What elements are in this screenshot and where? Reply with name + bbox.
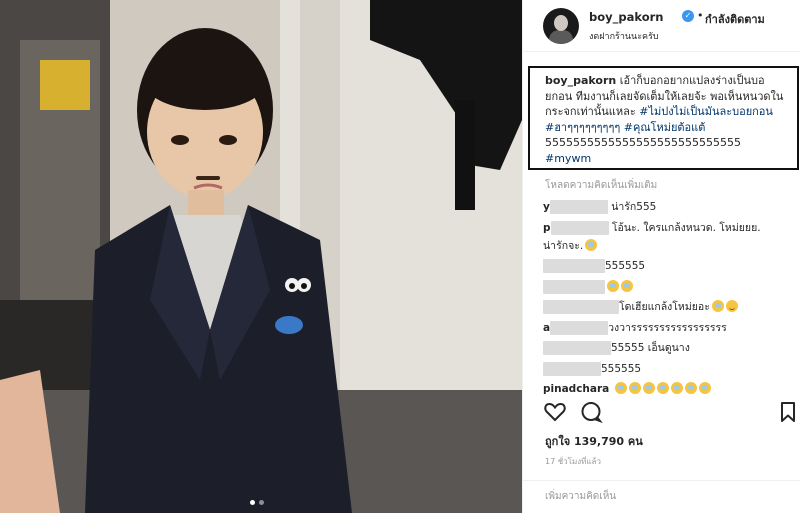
add-comment-input[interactable] xyxy=(545,481,745,511)
comment-text: น่ารักจะ. xyxy=(543,240,584,252)
emoji-icon xyxy=(684,382,697,394)
comment-text: โดเฮียแกล้งโหม่ยอะ xyxy=(619,301,710,313)
caption: boy_pakorn เอ้าก็บอกอยากแปลงร่างเป็นบอยก… xyxy=(528,66,799,170)
redacted-username xyxy=(549,200,608,214)
comment-text: โอ้นะ. ใครแกล้งหนวด. โหม่ยยย. xyxy=(611,221,761,234)
comment-item: 555555 xyxy=(543,257,799,278)
post-photo-image xyxy=(0,0,522,513)
heart-icon[interactable] xyxy=(543,400,567,424)
carousel-dot-active xyxy=(250,500,255,505)
following-button[interactable]: กำลังติดตาม xyxy=(705,10,765,28)
post-side-panel: boy_pakorn ✓ • กำลังติดตาม งดฝากร้านนะคร… xyxy=(522,0,800,513)
emoji-icon xyxy=(614,382,627,394)
emoji-icon xyxy=(670,382,683,394)
header-username[interactable]: boy_pakorn xyxy=(589,10,663,24)
comment-text: 555555 xyxy=(601,362,642,375)
redacted-username xyxy=(543,300,619,314)
bookmark-icon[interactable] xyxy=(776,400,800,424)
load-more-comments-link[interactable]: โหลดความคิดเห็นเพิ่มเติม xyxy=(545,178,657,193)
carousel-indicator xyxy=(250,500,264,505)
comment-item: 555555 xyxy=(543,360,799,381)
comment-item: y น่ารัก555 xyxy=(543,198,799,219)
redacted-username xyxy=(550,220,609,235)
post-header: boy_pakorn ✓ • กำลังติดตาม งดฝากร้านนะคร… xyxy=(523,0,800,52)
emoji-icon xyxy=(656,382,669,394)
comment-bubble-icon[interactable] xyxy=(579,400,603,424)
action-bar xyxy=(523,400,800,426)
avatar[interactable] xyxy=(543,8,579,44)
emoji-icon xyxy=(628,382,641,394)
verified-badge-icon: ✓ xyxy=(682,10,694,22)
post-timestamp[interactable]: 17 ชั่วโมงที่แล้ว xyxy=(545,455,601,468)
comment-item: 55555 เอ็นดูนาง xyxy=(543,339,799,360)
caption-username[interactable]: boy_pakorn xyxy=(545,74,616,87)
comment-text: 55555 เอ็นดูนาง xyxy=(611,342,690,354)
emoji-icon xyxy=(698,382,711,394)
avatar-figure xyxy=(549,30,573,44)
emoji-icon xyxy=(642,382,655,394)
comment-username[interactable]: a xyxy=(543,322,550,334)
avatar-face xyxy=(554,15,568,31)
header-location[interactable]: งดฝากร้านนะครับ xyxy=(589,29,659,43)
like-count[interactable]: ถูกใจ 139,790 คน xyxy=(545,432,643,450)
comment-text: วงวารรรรรรรรรรรรรรรรร xyxy=(608,321,727,334)
redacted-username xyxy=(550,320,609,335)
redacted-username xyxy=(543,361,601,376)
smile-emoji-icon xyxy=(725,300,738,312)
caption-hashtag[interactable]: #ไม่ปงไม่เป็นมันละบอยกอน xyxy=(639,105,773,118)
caption-hashtag[interactable]: #mywm xyxy=(545,152,591,165)
comment-text: 555555 xyxy=(605,260,646,272)
comment-continuation: น่ารักจะ. xyxy=(543,239,799,257)
header-separator: • xyxy=(697,9,704,22)
add-comment-bar xyxy=(523,480,800,513)
emoji-icon xyxy=(585,239,598,251)
carousel-dot xyxy=(259,500,264,505)
comment-text: น่ารัก555 xyxy=(611,201,657,213)
redacted-username xyxy=(543,259,605,273)
comment-username[interactable]: y xyxy=(543,201,550,213)
redacted-username xyxy=(543,279,605,294)
caption-hashtag[interactable]: #ฮาๆๆๆๆๆๆๆๆๆ xyxy=(545,121,620,134)
caption-laugh-text: 5555555555555555555555555555 xyxy=(545,136,741,149)
comment-item: โดเฮียแกล้งโหม่ยอะ xyxy=(543,298,799,319)
comment-username[interactable]: pinadchara xyxy=(543,383,609,395)
post-photo[interactable] xyxy=(0,0,522,513)
comment-item: p โอ้นะ. ใครแกล้งหนวด. โหม่ยยย. xyxy=(543,219,799,240)
emoji-icon xyxy=(621,279,633,292)
comment-item: a วงวารรรรรรรรรรรรรรรรร xyxy=(543,319,799,340)
comment-list: y น่ารัก555 p โอ้นะ. ใครแกล้งหนวด. โหม่ย… xyxy=(543,198,799,401)
emoji-icon xyxy=(711,300,724,312)
redacted-username xyxy=(543,341,611,355)
comment-username[interactable]: p xyxy=(543,222,551,234)
comment-item: pinadchara xyxy=(543,380,799,401)
emoji-icon xyxy=(607,279,619,292)
comment-item xyxy=(543,278,799,299)
caption-hashtag[interactable]: #คุณโหม่ยต้อแต้ xyxy=(624,121,706,134)
